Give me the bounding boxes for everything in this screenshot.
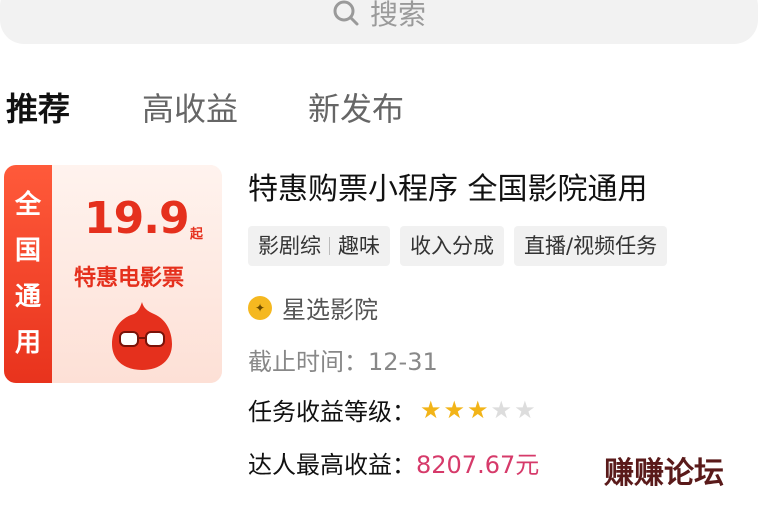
tag-part: 直播/视频任务	[524, 234, 658, 258]
star-rating: ★ ★ ★ ★ ★	[420, 398, 536, 422]
poster-price: 19.9	[84, 193, 190, 244]
tag-part: 影剧综	[258, 234, 321, 258]
poster-subtitle: 特惠电影票	[74, 266, 185, 291]
max-income-label: 达人最高收益：	[248, 451, 416, 479]
max-income: 达人最高收益：8207.67元	[248, 445, 539, 480]
star-filled-icon: ★	[443, 395, 466, 424]
poster-strip-char: 全	[14, 190, 41, 220]
cinema-name: 星选影院	[282, 296, 378, 324]
tab-new-release[interactable]: 新发布	[308, 84, 404, 130]
tag-separator	[329, 237, 330, 255]
task-poster[interactable]: 全 国 通 用 19.9 起 特惠电影票	[4, 165, 222, 383]
income-level-label: 任务收益等级：	[248, 398, 416, 426]
search-placeholder: 搜索	[369, 0, 426, 31]
search-icon	[332, 0, 360, 27]
star-filled-icon: ★	[467, 395, 489, 424]
poster-strip: 全 国 通 用	[4, 165, 52, 383]
tab-bar: 推荐 高收益 新发布	[6, 84, 474, 130]
star-empty-icon: ★	[514, 395, 536, 424]
tab-high-income[interactable]: 高收益	[142, 84, 238, 130]
cinema-source[interactable]: ✦ 星选影院	[248, 290, 378, 325]
tag-live-video: 直播/视频任务	[514, 226, 668, 266]
deadline-text: 截止时间：12-31	[248, 348, 438, 376]
tab-recommend[interactable]: 推荐	[6, 84, 70, 130]
tag-part: 趣味	[338, 234, 380, 258]
max-income-value: 8207.67元	[416, 451, 540, 479]
tag-genre: 影剧综 趣味	[248, 226, 390, 266]
cinema-logo-icon: ✦	[248, 295, 272, 320]
poster-main: 19.9 起 特惠电影票	[52, 165, 222, 383]
tag-revenue-share: 收入分成	[400, 226, 504, 266]
star-filled-icon: ★	[420, 395, 442, 424]
task-tags: 影剧综 趣味 收入分成 直播/视频任务	[248, 226, 668, 266]
poster-strip-char: 通	[14, 282, 41, 312]
search-bar[interactable]: 搜索	[0, 0, 758, 44]
poster-strip-char: 国	[14, 236, 41, 266]
poster-strip-char: 用	[14, 328, 41, 358]
glasses-mascot-icon	[110, 300, 174, 376]
poster-price-suffix: 起	[190, 227, 204, 242]
star-empty-icon: ★	[490, 395, 513, 424]
watermark-text: 赚赚论坛	[604, 456, 724, 491]
task-title[interactable]: 特惠购票小程序 全国影院通用	[248, 164, 648, 208]
income-level: 任务收益等级： ★ ★ ★ ★ ★	[248, 392, 536, 427]
tag-part: 收入分成	[410, 234, 494, 258]
